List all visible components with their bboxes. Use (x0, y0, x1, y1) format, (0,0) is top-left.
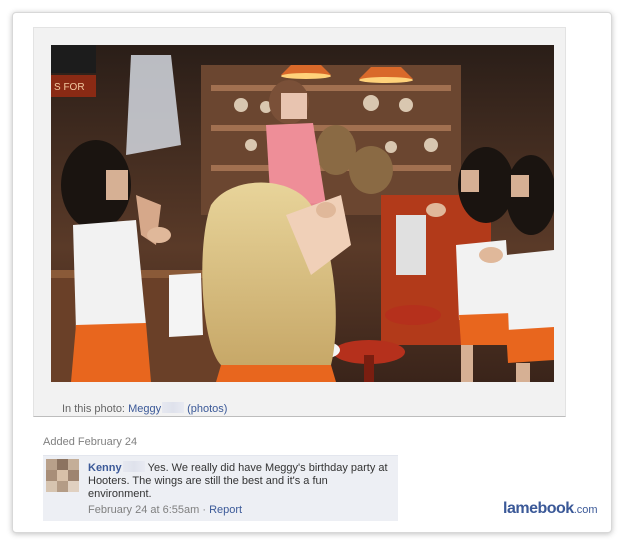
post-card: S FOR In this photo: Meggy (photos) Adde… (12, 12, 612, 533)
tagged-person-link[interactable]: Meggy (128, 403, 161, 415)
blurred-author-surname (122, 461, 145, 472)
avatar-blurred-icon (46, 459, 79, 492)
watermark-tld: .com (573, 504, 598, 516)
party-photo-illustration: S FOR (51, 45, 554, 382)
blurred-surname (162, 402, 185, 413)
report-link[interactable]: Report (209, 504, 242, 516)
caption-prefix: In this photo: (62, 403, 125, 415)
tagged-photos-link[interactable]: (photos) (187, 403, 227, 415)
photo-panel: S FOR In this photo: Meggy (photos) (33, 27, 566, 417)
party-photo[interactable]: S FOR (51, 45, 554, 382)
comment-meta: February 24 at 6:55am · Report (88, 504, 242, 516)
comment-text: Kenny Yes. We really did have Meggy's bir… (88, 461, 393, 501)
comment-item: Kenny Yes. We really did have Meggy's bir… (43, 455, 398, 521)
comment-author-link[interactable]: Kenny (88, 462, 122, 474)
store-sign: S FOR (54, 82, 85, 93)
photo-caption: In this photo: Meggy (photos) (62, 402, 227, 415)
added-date: Added February 24 (43, 436, 138, 448)
commenter-avatar[interactable] (46, 459, 79, 492)
meta-separator: · (202, 504, 207, 516)
lamebook-watermark[interactable]: lamebook.com (503, 500, 598, 518)
watermark-name: lamebook (503, 500, 574, 517)
comment-timestamp: February 24 at 6:55am (88, 504, 200, 516)
